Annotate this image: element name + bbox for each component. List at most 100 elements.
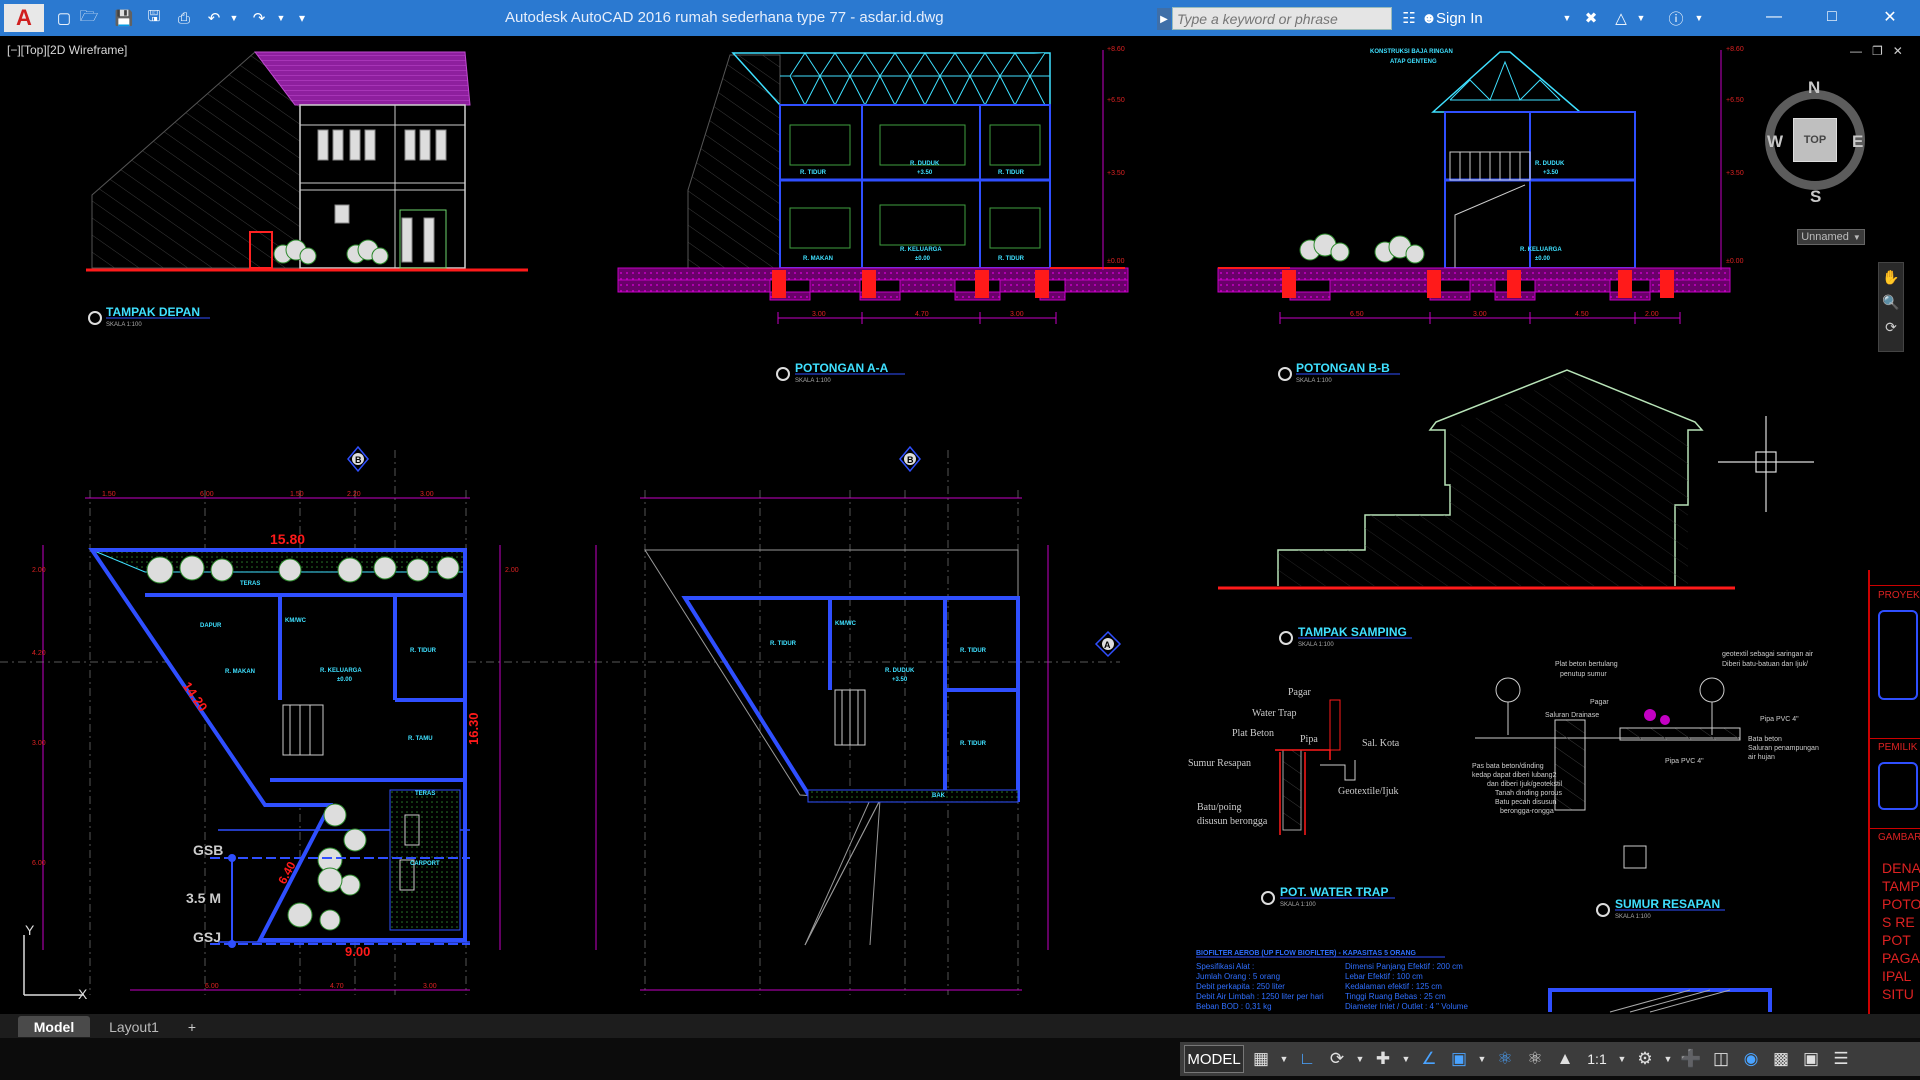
customize-toolbar-icon[interactable]: ▾ <box>293 9 311 27</box>
plan-bot-dim-3: 3.00 <box>423 983 437 990</box>
title-bar: A ▢ 🗁 💾 🖫 ⎙ ↶ ▼ ↷ ▼ ▾ Autodesk AutoCAD 2… <box>0 0 1920 36</box>
exchange-apps-icon[interactable]: ✖ <box>1582 9 1600 27</box>
redo-dropdown-icon[interactable]: ▼ <box>272 9 290 27</box>
minimize-button[interactable]: — <box>1745 0 1803 34</box>
viewcube[interactable]: TOP N S E W <box>1760 78 1870 207</box>
room-label-aa-2-lvl: +3.50 <box>917 170 933 176</box>
spec-left-3: Debit Air Limbah : 1250 liter per hari <box>1196 992 1324 1001</box>
room-label-aa-4: R. MAKAN <box>803 256 833 262</box>
close-button[interactable]: ✕ <box>1861 0 1919 34</box>
scale-dropdown-icon[interactable]: ▼ <box>1616 1045 1628 1073</box>
compass-south[interactable]: S <box>1810 187 1821 207</box>
tab-model[interactable]: Model <box>18 1016 90 1037</box>
clean-screen-icon[interactable]: ▣ <box>1798 1045 1824 1073</box>
svg-text:B: B <box>355 455 362 465</box>
title-tampak-depan: TAMPAK DEPAN <box>106 305 200 319</box>
doc-restore-icon[interactable]: ❐ <box>1872 44 1883 58</box>
tab-layout1[interactable]: Layout1 <box>94 1016 174 1037</box>
undo-icon[interactable]: ↶ <box>205 9 223 27</box>
plot-icon[interactable]: ⎙ <box>175 9 193 27</box>
search-expand-icon[interactable]: ▶ <box>1157 8 1171 30</box>
tb-proyek: PROYEK <box>1878 590 1920 601</box>
a360-dropdown-icon[interactable]: ▼ <box>1632 9 1650 27</box>
autoscale-icon[interactable]: ⚛ <box>1522 1045 1548 1073</box>
room-carport: CARPORT <box>410 861 440 867</box>
plan-top-dim-4: 2.20 <box>347 491 361 498</box>
gear-icon[interactable]: ⚙ <box>1632 1045 1658 1073</box>
grid-icon[interactable]: ▦ <box>1248 1045 1274 1073</box>
title-pot-water-trap: POT. WATER TRAP <box>1280 885 1388 899</box>
help-dropdown-icon[interactable]: ▼ <box>1690 9 1708 27</box>
add-layout-button[interactable]: + <box>180 1016 204 1037</box>
pan-icon[interactable]: ✋ <box>1879 269 1903 286</box>
scale-label-5: SKALA 1:100 <box>1280 902 1316 908</box>
navigation-bar[interactable]: ✋ 🔍 ⟳ <box>1878 262 1904 352</box>
plus-icon[interactable]: ➕ <box>1678 1045 1704 1073</box>
room-label-aa-5: R. KELUARGA <box>900 247 942 253</box>
sr-plat-beton: Plat beton bertulang <box>1555 661 1618 668</box>
osnap-dropdown-icon[interactable]: ▼ <box>1476 1045 1488 1073</box>
new-file-icon[interactable]: ▢ <box>55 9 73 27</box>
room-tamu: R. TAMU <box>408 736 433 742</box>
annotation-visibility-icon[interactable]: ⚛ <box>1492 1045 1518 1073</box>
plan-width-dim: 15.80 <box>270 531 305 547</box>
sr-bata-beton: Bata beton <box>1748 736 1782 743</box>
viewcube-top-face[interactable]: TOP <box>1793 118 1837 162</box>
binoculars-icon[interactable]: ☷ <box>1400 9 1418 27</box>
upper-balkon: BAK <box>932 793 946 799</box>
annotation-scale-value[interactable]: 1:1 <box>1582 1051 1612 1067</box>
plan-side-dim-r1: 2.00 <box>505 567 519 574</box>
hardware-acceleration-icon[interactable]: ▩ <box>1768 1045 1794 1073</box>
tb-item-4: POT <box>1882 932 1911 948</box>
quick-properties-icon[interactable]: ◫ <box>1708 1045 1734 1073</box>
spec-title: BIOFILTER AEROB (UP FLOW BIOFILTER) - KA… <box>1196 950 1417 957</box>
doc-minimize-icon[interactable]: — <box>1850 44 1862 58</box>
level-aa-3: +3.50 <box>1107 170 1125 177</box>
redo-icon[interactable]: ↷ <box>250 9 268 27</box>
room-label-aa-6: R. TIDUR <box>998 256 1025 262</box>
upper-duduk: R. DUDUK <box>885 668 915 674</box>
ortho-icon[interactable]: ∟ <box>1294 1045 1320 1073</box>
maximize-button[interactable]: □ <box>1803 0 1861 34</box>
room-kmwc: KM/WC <box>285 618 307 624</box>
viewport-controls[interactable]: [−][Top][2D Wireframe] <box>7 43 127 57</box>
compass-west[interactable]: W <box>1767 132 1783 152</box>
doc-close-icon[interactable]: ✕ <box>1893 44 1903 58</box>
sign-in-button[interactable]: Sign In <box>1436 10 1483 27</box>
undo-dropdown-icon[interactable]: ▼ <box>225 9 243 27</box>
level-aa-4: ±0.00 <box>1107 258 1125 265</box>
application-menu-button[interactable]: A <box>4 4 44 32</box>
search-field[interactable] <box>1172 7 1392 30</box>
dim-bb-3: 4.50 <box>1575 311 1589 318</box>
object-snap-tracking-icon[interactable]: ∠ <box>1416 1045 1442 1073</box>
orbit-icon[interactable]: ⟳ <box>1879 319 1903 336</box>
compass-east[interactable]: E <box>1852 132 1863 152</box>
annotation-scale-icon[interactable]: ▲ <box>1552 1045 1578 1073</box>
polar-dropdown-icon[interactable]: ▼ <box>1354 1045 1366 1073</box>
compass-north[interactable]: N <box>1808 78 1820 98</box>
model-space-button[interactable]: MODEL <box>1184 1045 1244 1073</box>
help-icon[interactable]: ⓘ <box>1667 9 1685 28</box>
save-icon[interactable]: 💾 <box>115 9 134 27</box>
search-input[interactable] <box>1173 8 1391 29</box>
dim-bb-2: 3.00 <box>1473 311 1487 318</box>
sign-in-dropdown-icon[interactable]: ▼ <box>1558 9 1576 27</box>
a360-icon[interactable]: △ <box>1612 9 1630 27</box>
gear-dropdown-icon[interactable]: ▼ <box>1662 1045 1674 1073</box>
wcs-menu[interactable]: Unnamed ▼ <box>1797 229 1865 245</box>
isodraft-icon[interactable]: ✚ <box>1370 1045 1396 1073</box>
sr-geotextil: geotextil sebagai saringan air <box>1722 651 1814 658</box>
isodraft-dropdown-icon[interactable]: ▼ <box>1400 1045 1412 1073</box>
bb-room-2: R. KELUARGA <box>1520 247 1562 253</box>
open-file-icon[interactable]: 🗁 <box>80 8 99 27</box>
object-snap-icon[interactable]: ▣ <box>1446 1045 1472 1073</box>
save-as-icon[interactable]: 🖫 <box>145 8 163 27</box>
isolate-objects-icon[interactable]: ◉ <box>1738 1045 1764 1073</box>
sr-pipa-1: Pipa PVC 4" <box>1760 716 1799 723</box>
customization-icon[interactable]: ☰ <box>1828 1045 1854 1073</box>
polar-icon[interactable]: ⟳ <box>1324 1045 1350 1073</box>
grid-dropdown-icon[interactable]: ▼ <box>1278 1045 1290 1073</box>
drawing-canvas[interactable]: TAMPAK DEPAN SKALA 1:100 R. TIDUR R. DUD… <box>0 36 1920 1014</box>
spec-right-4: Diameter Inlet / Outlet : 4 " Volume <box>1345 1002 1468 1011</box>
zoom-icon[interactable]: 🔍 <box>1879 294 1903 311</box>
